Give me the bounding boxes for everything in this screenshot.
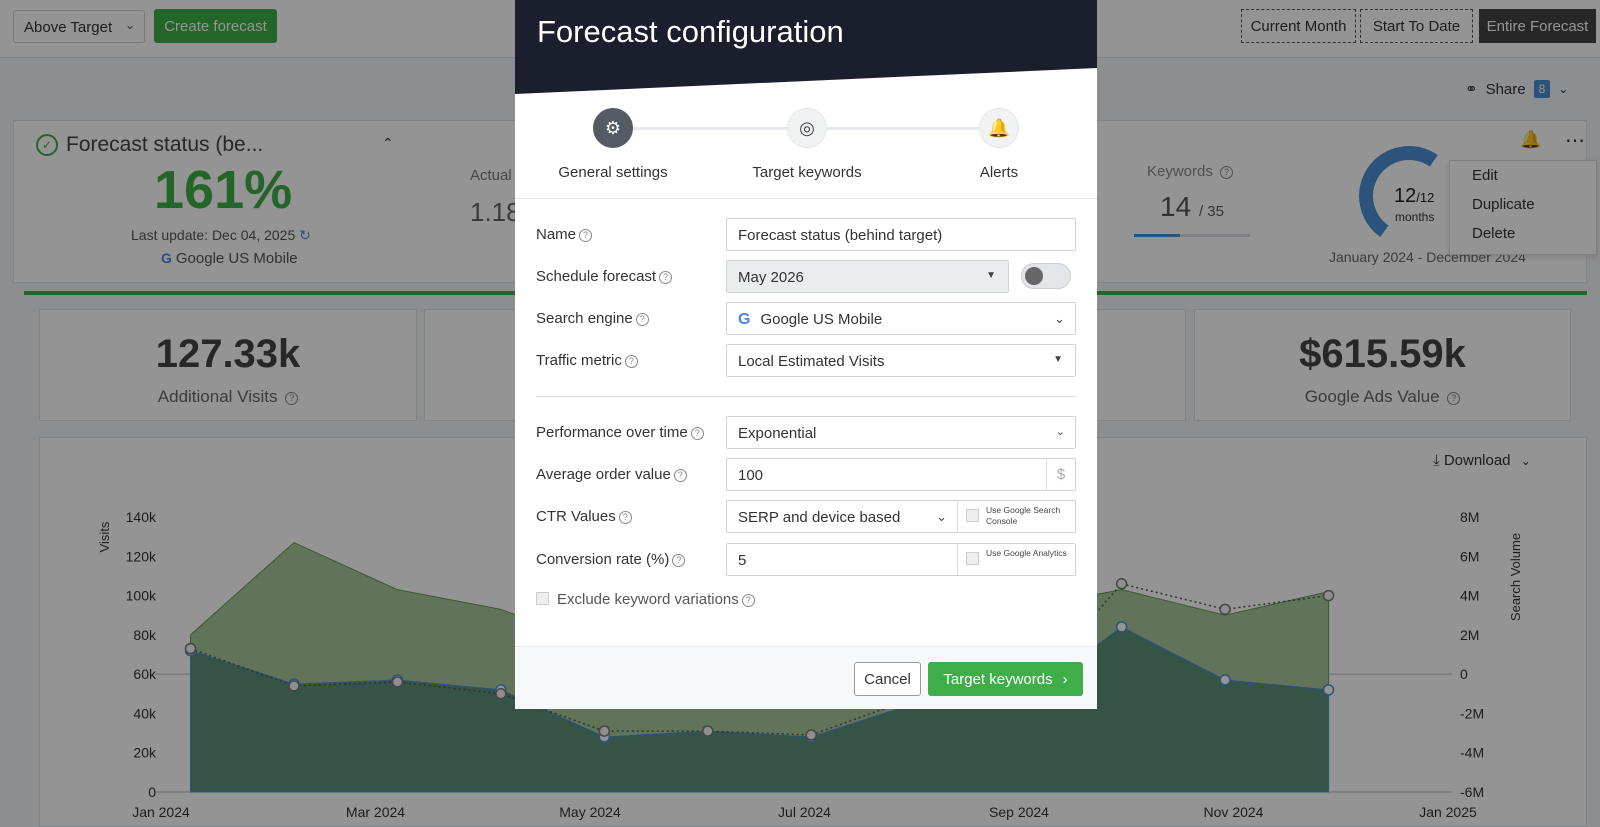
step-general-settings[interactable]: ⚙ General settings — [533, 108, 693, 181]
name-label: Name? — [536, 226, 593, 243]
chevron-down-icon: ⌄ — [936, 509, 947, 524]
step-label: Target keywords — [752, 164, 862, 181]
help-icon: ? — [635, 313, 649, 326]
schedule-label: Schedule forecast? — [536, 268, 673, 285]
name-row: Name? Forecast status (behind target) — [536, 218, 1076, 251]
aov-row: Average order value? 100 $ — [536, 458, 1076, 491]
ctr-row: CTR Values? SERP and device based ⌄ Use … — [536, 500, 1076, 533]
schedule-toggle[interactable] — [1021, 263, 1071, 289]
traffic-metric-select[interactable]: Local Estimated Visits ▼ — [726, 344, 1076, 377]
performance-label: Performance over time? — [536, 424, 704, 441]
traffic-metric-label: Traffic metric? — [536, 352, 638, 369]
step-alerts[interactable]: 🔔 Alerts — [919, 108, 1079, 181]
target-icon: ◎ — [787, 108, 827, 148]
aov-input[interactable]: 100 $ — [726, 458, 1076, 491]
ctr-label: CTR Values? — [536, 508, 632, 525]
use-search-console-checkbox[interactable]: Use Google Search Console — [957, 501, 1075, 532]
caret-down-icon: ▼ — [986, 270, 996, 281]
steps-divider — [515, 198, 1097, 199]
step-target-keywords[interactable]: ◎ Target keywords — [727, 108, 887, 181]
toggle-knob — [1025, 267, 1043, 285]
checkbox-box — [536, 592, 549, 605]
schedule-select[interactable]: May 2026 ▼ — [726, 260, 1009, 293]
wizard-steps: ⚙ General settings ◎ Target keywords 🔔 A… — [515, 108, 1097, 196]
conversion-input[interactable]: 5 Use Google Analytics — [726, 543, 1076, 576]
help-icon: ? — [741, 594, 755, 607]
help-icon: ? — [672, 554, 686, 567]
cancel-button[interactable]: Cancel — [854, 662, 921, 696]
use-analytics-checkbox[interactable]: Use Google Analytics — [957, 544, 1075, 575]
checkbox-box — [966, 509, 979, 522]
gear-icon: ⚙ — [593, 108, 633, 148]
conversion-row: Conversion rate (%)? 5 Use Google Analyt… — [536, 543, 1076, 576]
forecast-config-modal: Forecast configuration ⚙ General setting… — [515, 0, 1097, 709]
performance-row: Performance over time? Exponential ⌄ — [536, 416, 1076, 449]
traffic-metric-row: Traffic metric? Local Estimated Visits ▼ — [536, 344, 1076, 377]
help-icon: ? — [618, 511, 632, 524]
google-icon: G — [738, 311, 751, 328]
help-icon: ? — [673, 469, 687, 482]
ctr-select[interactable]: SERP and device based ⌄ Use Google Searc… — [726, 500, 1076, 533]
caret-down-icon: ▼ — [1053, 354, 1063, 365]
currency-unit: $ — [1046, 459, 1075, 490]
help-icon: ? — [624, 355, 638, 368]
help-icon: ? — [659, 271, 673, 284]
name-input[interactable]: Forecast status (behind target) — [726, 218, 1076, 251]
schedule-row: Schedule forecast? May 2026 ▼ — [536, 260, 1076, 293]
modal-footer: Cancel Target keywords › — [515, 646, 1097, 709]
chevron-down-icon: ⌄ — [1055, 426, 1065, 438]
help-icon: ? — [579, 229, 593, 242]
conversion-label: Conversion rate (%)? — [536, 551, 686, 568]
search-engine-row: Search engine? G Google US Mobile ⌄ — [536, 302, 1076, 335]
search-engine-label: Search engine? — [536, 310, 649, 327]
bell-icon: 🔔 — [979, 108, 1019, 148]
chevron-right-icon: › — [1062, 670, 1068, 688]
step-label: General settings — [558, 164, 668, 181]
help-icon: ? — [690, 427, 704, 440]
checkbox-box — [966, 552, 979, 565]
performance-select[interactable]: Exponential ⌄ — [726, 416, 1076, 449]
search-engine-select[interactable]: G Google US Mobile ⌄ — [726, 302, 1076, 335]
aov-label: Average order value? — [536, 466, 687, 483]
next-target-keywords-button[interactable]: Target keywords › — [928, 662, 1083, 696]
section-divider — [536, 396, 1076, 397]
exclude-variations-checkbox[interactable]: Exclude keyword variations? — [536, 591, 755, 608]
chevron-down-icon: ⌄ — [1054, 311, 1065, 326]
modal-title: Forecast configuration — [537, 14, 844, 49]
step-label: Alerts — [979, 164, 1019, 181]
